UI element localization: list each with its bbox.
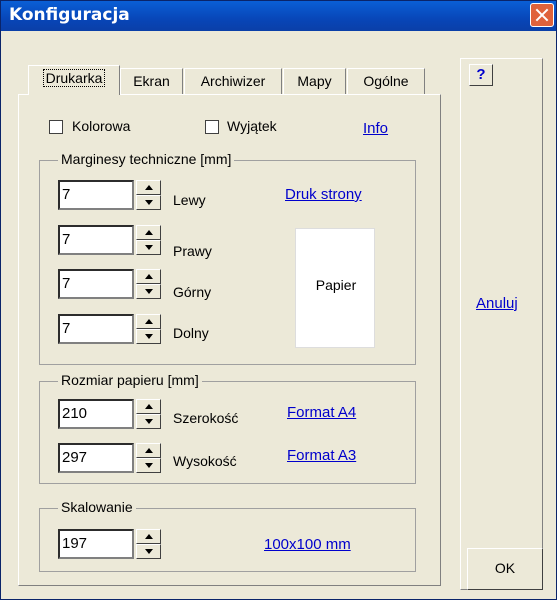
spin-up-icon[interactable] — [136, 399, 161, 414]
spin-down-icon[interactable] — [136, 284, 161, 299]
spin-down-icon[interactable] — [136, 329, 161, 344]
margins-group-title: Marginesy techniczne [mm] — [58, 151, 235, 167]
tab-mapy[interactable]: Mapy — [283, 68, 346, 94]
margin-top-spinner[interactable] — [136, 269, 161, 299]
ok-button[interactable]: OK — [467, 548, 543, 590]
kolorowa-label: Kolorowa — [72, 118, 131, 134]
window-title: Konfiguracja — [9, 5, 130, 25]
tab-ekran[interactable]: Ekran — [120, 68, 183, 94]
paper-width-label: Szerokość — [173, 410, 239, 426]
wyjatek-checkbox[interactable] — [205, 120, 219, 134]
scaling-input[interactable]: 197 — [58, 529, 134, 559]
help-button[interactable]: ? — [469, 64, 493, 86]
tab-drukarka[interactable]: Drukarka — [28, 65, 120, 95]
paper-height-label: Wysokość — [173, 453, 237, 469]
wyjatek-label: Wyjątek — [227, 118, 277, 134]
paper-preview: Papier — [295, 228, 375, 348]
tab-ogolne[interactable]: Ogólne — [347, 68, 425, 94]
info-link[interactable]: Info — [363, 120, 388, 137]
kolorowa-checkbox[interactable] — [49, 120, 63, 134]
configuration-dialog: Konfiguracja Drukarka Ekran Archiwizer M… — [0, 0, 557, 600]
spin-down-icon[interactable] — [136, 414, 161, 429]
tab-archiwizer[interactable]: Archiwizer — [184, 68, 282, 94]
spin-down-icon[interactable] — [136, 195, 161, 210]
scaling-group-title: Skalowanie — [58, 499, 136, 515]
tab-label: Drukarka — [42, 69, 106, 87]
title-bar: Konfiguracja — [1, 1, 556, 31]
spin-up-icon[interactable] — [136, 443, 161, 458]
margin-bottom-label: Dolny — [173, 325, 209, 341]
scale-100x100-link[interactable]: 100x100 mm — [264, 536, 351, 553]
margin-left-label: Lewy — [173, 192, 206, 208]
spin-up-icon[interactable] — [136, 180, 161, 195]
spin-down-icon[interactable] — [136, 544, 161, 559]
margin-right-input[interactable]: 7 — [58, 225, 134, 255]
print-page-link[interactable]: Druk strony — [285, 186, 362, 203]
spin-up-icon[interactable] — [136, 269, 161, 284]
margin-bottom-spinner[interactable] — [136, 314, 161, 344]
margin-top-label: Górny — [173, 284, 212, 300]
margin-right-spinner[interactable] — [136, 225, 161, 255]
close-icon[interactable] — [530, 3, 554, 27]
margin-left-spinner[interactable] — [136, 180, 161, 210]
margin-bottom-input[interactable]: 7 — [58, 314, 134, 344]
format-a4-link[interactable]: Format A4 — [287, 404, 356, 421]
spin-down-icon[interactable] — [136, 240, 161, 255]
spin-down-icon[interactable] — [136, 458, 161, 473]
spin-up-icon[interactable] — [136, 314, 161, 329]
paper-height-input[interactable]: 297 — [58, 443, 134, 473]
format-a3-link[interactable]: Format A3 — [287, 447, 356, 464]
scaling-spinner[interactable] — [136, 529, 161, 559]
margin-top-input[interactable]: 7 — [58, 269, 134, 299]
spin-up-icon[interactable] — [136, 529, 161, 544]
spin-up-icon[interactable] — [136, 225, 161, 240]
cancel-link[interactable]: Anuluj — [476, 295, 518, 312]
paper-height-spinner[interactable] — [136, 443, 161, 473]
side-panel — [460, 58, 543, 590]
margin-left-input[interactable]: 7 — [58, 180, 134, 210]
paper-width-spinner[interactable] — [136, 399, 161, 429]
paper-width-input[interactable]: 210 — [58, 399, 134, 429]
paper-label: Papier — [315, 277, 357, 293]
paper-size-group-title: Rozmiar papieru [mm] — [58, 372, 202, 388]
margin-right-label: Prawy — [173, 243, 212, 259]
